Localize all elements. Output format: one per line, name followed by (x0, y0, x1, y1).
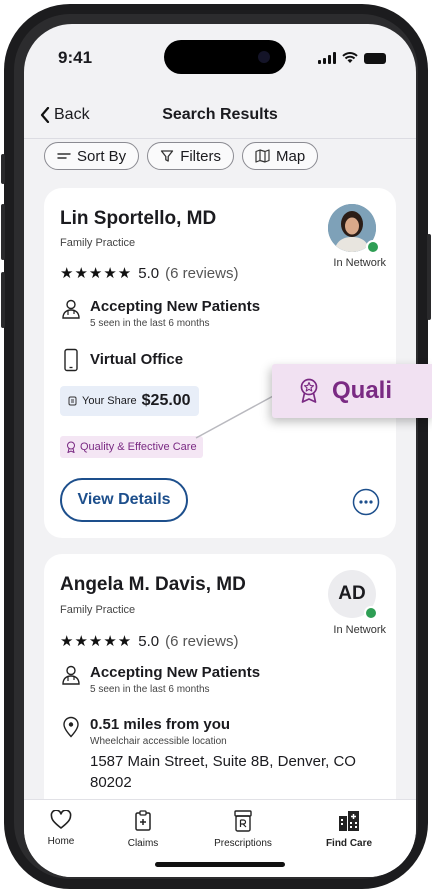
map-icon (255, 149, 270, 163)
avatar-initials: AD (338, 583, 366, 604)
star-rating-icon: ★★★★★ (60, 633, 133, 650)
camera-icon (258, 51, 270, 63)
accepting-label: Accepting New Patients (90, 664, 261, 681)
share-label: Your Share (82, 395, 137, 407)
map-label: Map (276, 147, 306, 165)
accepting-patients: Accepting New Patients 5 seen in the las… (60, 298, 260, 329)
provider-specialty: Family Practice (60, 604, 136, 616)
quality-badge: Quality & Effective Care (60, 436, 203, 458)
header-divider (24, 138, 416, 139)
sort-by-button[interactable]: Sort By (44, 142, 140, 170)
wifi-icon (342, 52, 358, 63)
phone-frame: 9:41 Back Search Results Sort By Filters… (1, 4, 431, 889)
provider-name: Lin Sportello, MD (60, 208, 217, 229)
copay-icon (68, 396, 77, 406)
nav-header: Back Search Results (24, 100, 416, 132)
rating-value: 5.0 (138, 632, 160, 650)
quality-callout: Quali (272, 364, 432, 418)
phone-device-icon (64, 348, 78, 372)
network-status: In Network (333, 624, 386, 636)
award-ribbon-icon (67, 441, 75, 453)
rating: ★★★★★ 5.0 (6 reviews) (60, 632, 238, 651)
your-share: Your Share $25.00 (60, 386, 199, 416)
distance-label: 0.51 miles from you (90, 716, 231, 733)
battery-icon (364, 53, 386, 64)
quality-label: Quality & Effective Care (80, 441, 197, 453)
filters-label: Filters (180, 147, 222, 165)
tab-find-care[interactable]: Find Care (304, 810, 394, 849)
tab-claims[interactable]: Claims (98, 810, 188, 849)
provider-name: Angela M. Davis, MD (60, 574, 246, 595)
more-options-icon[interactable] (352, 488, 380, 516)
tab-prescriptions-label: Prescriptions (214, 838, 272, 849)
tab-find-care-label: Find Care (325, 838, 373, 849)
status-time: 9:41 (58, 48, 93, 67)
hospital-building-icon (339, 811, 359, 831)
address-text[interactable]: 1587 Main Street, Suite 8B, Denver, CO 8… (90, 751, 390, 793)
volume-up-button (1, 204, 5, 260)
sort-icon (57, 153, 71, 159)
virtual-office: Virtual Office (60, 348, 183, 372)
tab-prescriptions[interactable]: Prescriptions (198, 810, 288, 849)
provider-specialty: Family Practice (60, 237, 136, 249)
screen: 9:41 Back Search Results Sort By Filters… (24, 24, 416, 877)
in-network-check-icon (364, 606, 378, 620)
tab-claims-label: Claims (127, 838, 159, 849)
accepting-label: Accepting New Patients (90, 298, 261, 315)
in-network-check-icon (366, 240, 380, 254)
status-bar: 9:41 (24, 24, 416, 84)
doctor-icon (62, 299, 80, 319)
accepting-patients: Accepting New Patients 5 seen in the las… (60, 664, 260, 695)
map-button[interactable]: Map (242, 142, 319, 170)
location: 0.51 miles from you Wheelchair accessibl… (60, 716, 390, 793)
share-value: $25.00 (141, 392, 191, 409)
location-pin-icon (63, 716, 79, 738)
provider-card[interactable]: Lin Sportello, MD Family Practice In Net… (44, 188, 396, 538)
tab-bar: Home Claims Prescriptions Find Care (24, 799, 416, 877)
accessibility-label: Wheelchair accessible location (90, 736, 227, 747)
dynamic-island (164, 40, 286, 74)
signal-icon (318, 52, 336, 64)
tab-home-label: Home (47, 836, 75, 847)
star-rating-icon: ★★★★★ (60, 265, 133, 282)
filters-button[interactable]: Filters (147, 142, 235, 170)
view-details-button[interactable]: View Details (60, 478, 188, 522)
mute-switch (1, 154, 5, 184)
page-title: Search Results (162, 106, 278, 123)
home-indicator (155, 862, 285, 867)
filter-icon (161, 150, 174, 162)
network-status: In Network (333, 257, 386, 269)
clipboard-plus-icon (135, 810, 151, 831)
reviews-count[interactable]: (6 reviews) (165, 633, 238, 650)
seen-count: 5 seen in the last 6 months (90, 684, 210, 695)
volume-down-button (1, 272, 5, 328)
pill-bottle-icon (234, 810, 252, 832)
callout-text: Quali (332, 377, 393, 404)
power-button (427, 234, 431, 320)
rating: ★★★★★ 5.0 (6 reviews) (60, 264, 238, 283)
tab-home[interactable]: Home (24, 810, 106, 847)
filter-toolbar: Sort By Filters Map (44, 142, 319, 170)
doctor-icon (62, 665, 80, 685)
avatar: AD (328, 570, 378, 620)
virtual-office-label: Virtual Office (90, 351, 184, 368)
seen-count: 5 seen in the last 6 months (90, 318, 210, 329)
rating-value: 5.0 (138, 264, 160, 282)
sort-by-label: Sort By (77, 147, 127, 165)
reviews-count[interactable]: (6 reviews) (165, 265, 238, 282)
heart-icon (50, 810, 72, 829)
status-icons (318, 52, 386, 64)
award-ribbon-icon (300, 378, 318, 403)
